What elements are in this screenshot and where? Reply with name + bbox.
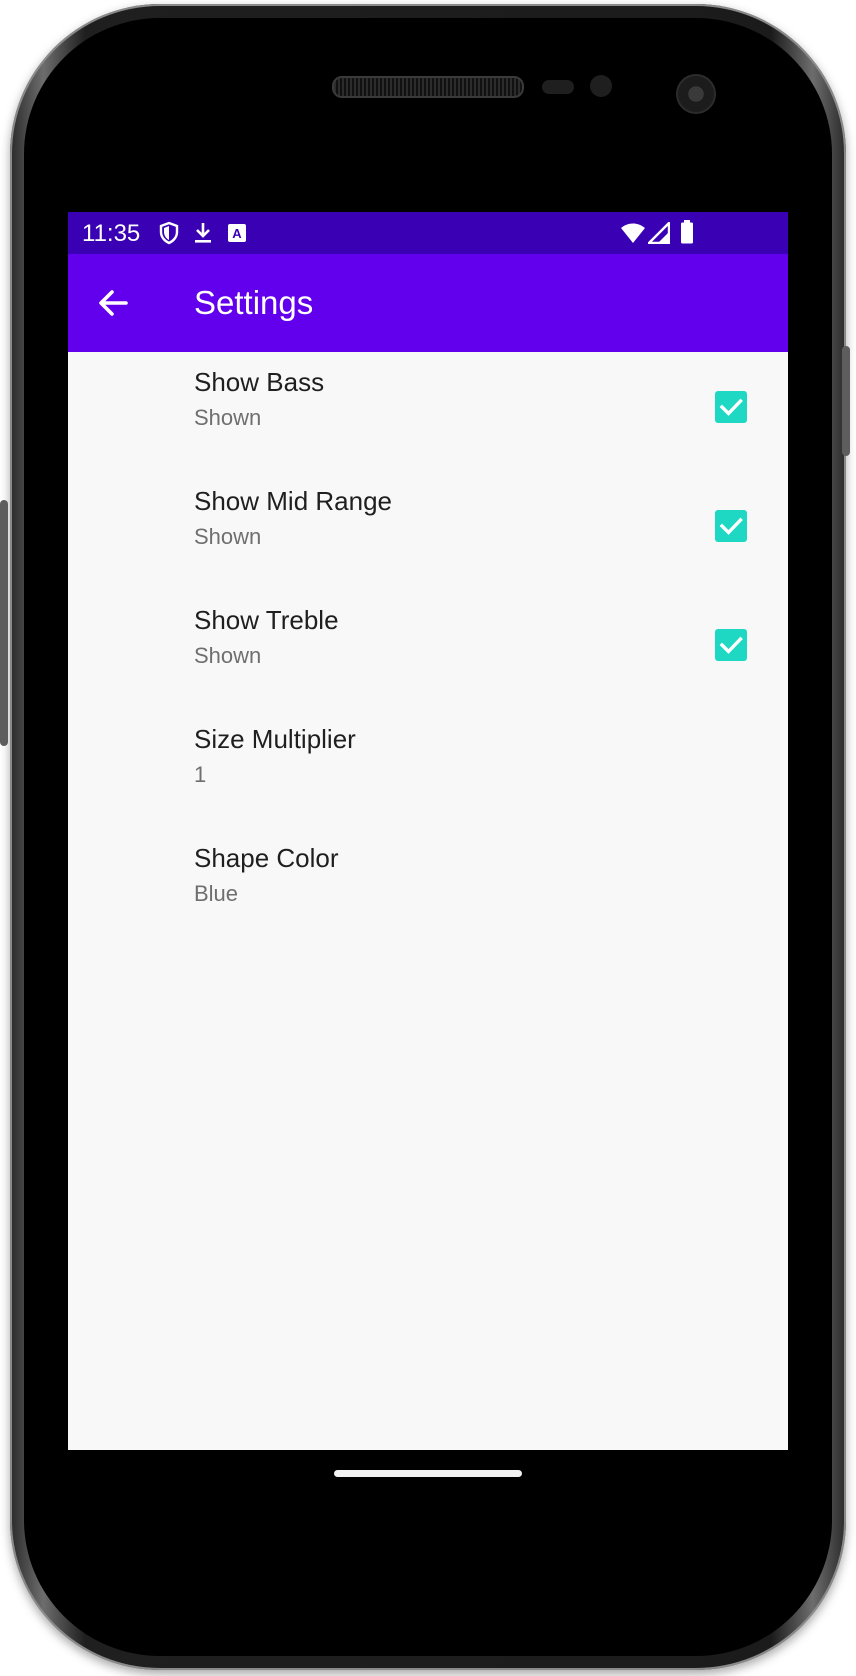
shield-icon [158, 221, 180, 250]
svg-text:A: A [232, 226, 242, 241]
pref-summary: 1 [194, 762, 207, 787]
pref-summary: Blue [194, 881, 239, 906]
pref-title: Shape Color [194, 843, 339, 873]
show-mid-range-checkbox[interactable] [715, 510, 747, 542]
proximity-sensor [542, 80, 574, 94]
pref-summary: Shown [194, 643, 262, 668]
battery-icon [680, 220, 694, 249]
screen: 11:35 A Settings Show Bass Shown Show Mi… [68, 212, 788, 1450]
back-button[interactable] [94, 283, 134, 323]
power-button [842, 346, 850, 456]
show-bass-checkbox[interactable] [715, 391, 747, 423]
light-sensor [590, 75, 612, 97]
pref-show-mid-range[interactable]: Show Mid Range Shown [68, 472, 788, 599]
pref-show-treble[interactable]: Show Treble Shown [68, 591, 788, 718]
app-bar: Settings [68, 254, 788, 352]
page-title: Settings [194, 284, 314, 321]
earpiece-speaker [332, 76, 524, 98]
pref-shape-color[interactable]: Shape Color Blue [68, 829, 788, 956]
pref-show-bass[interactable]: Show Bass Shown [68, 353, 788, 480]
status-time: 11:35 [82, 220, 141, 247]
wifi-icon [620, 222, 646, 249]
volume-button [0, 500, 8, 746]
status-bar: 11:35 A [68, 212, 788, 254]
pref-title: Show Bass [194, 367, 325, 397]
pref-summary: Shown [194, 405, 262, 430]
font-a-icon: A [226, 221, 248, 250]
check-icon [719, 636, 743, 654]
check-icon [719, 398, 743, 416]
show-treble-checkbox[interactable] [715, 629, 747, 661]
pref-title: Show Mid Range [194, 486, 392, 516]
pref-size-multiplier[interactable]: Size Multiplier 1 [68, 710, 788, 837]
pref-summary: Shown [194, 524, 262, 549]
pref-title: Size Multiplier [194, 724, 356, 754]
navigation-bar [68, 1450, 788, 1492]
pref-title: Show Treble [194, 605, 339, 635]
download-icon [192, 221, 214, 250]
front-camera [676, 74, 716, 114]
home-gesture-handle[interactable] [334, 1470, 522, 1477]
cell-signal-icon [647, 221, 671, 249]
arrow-left-icon [99, 290, 128, 316]
check-icon [719, 517, 743, 535]
